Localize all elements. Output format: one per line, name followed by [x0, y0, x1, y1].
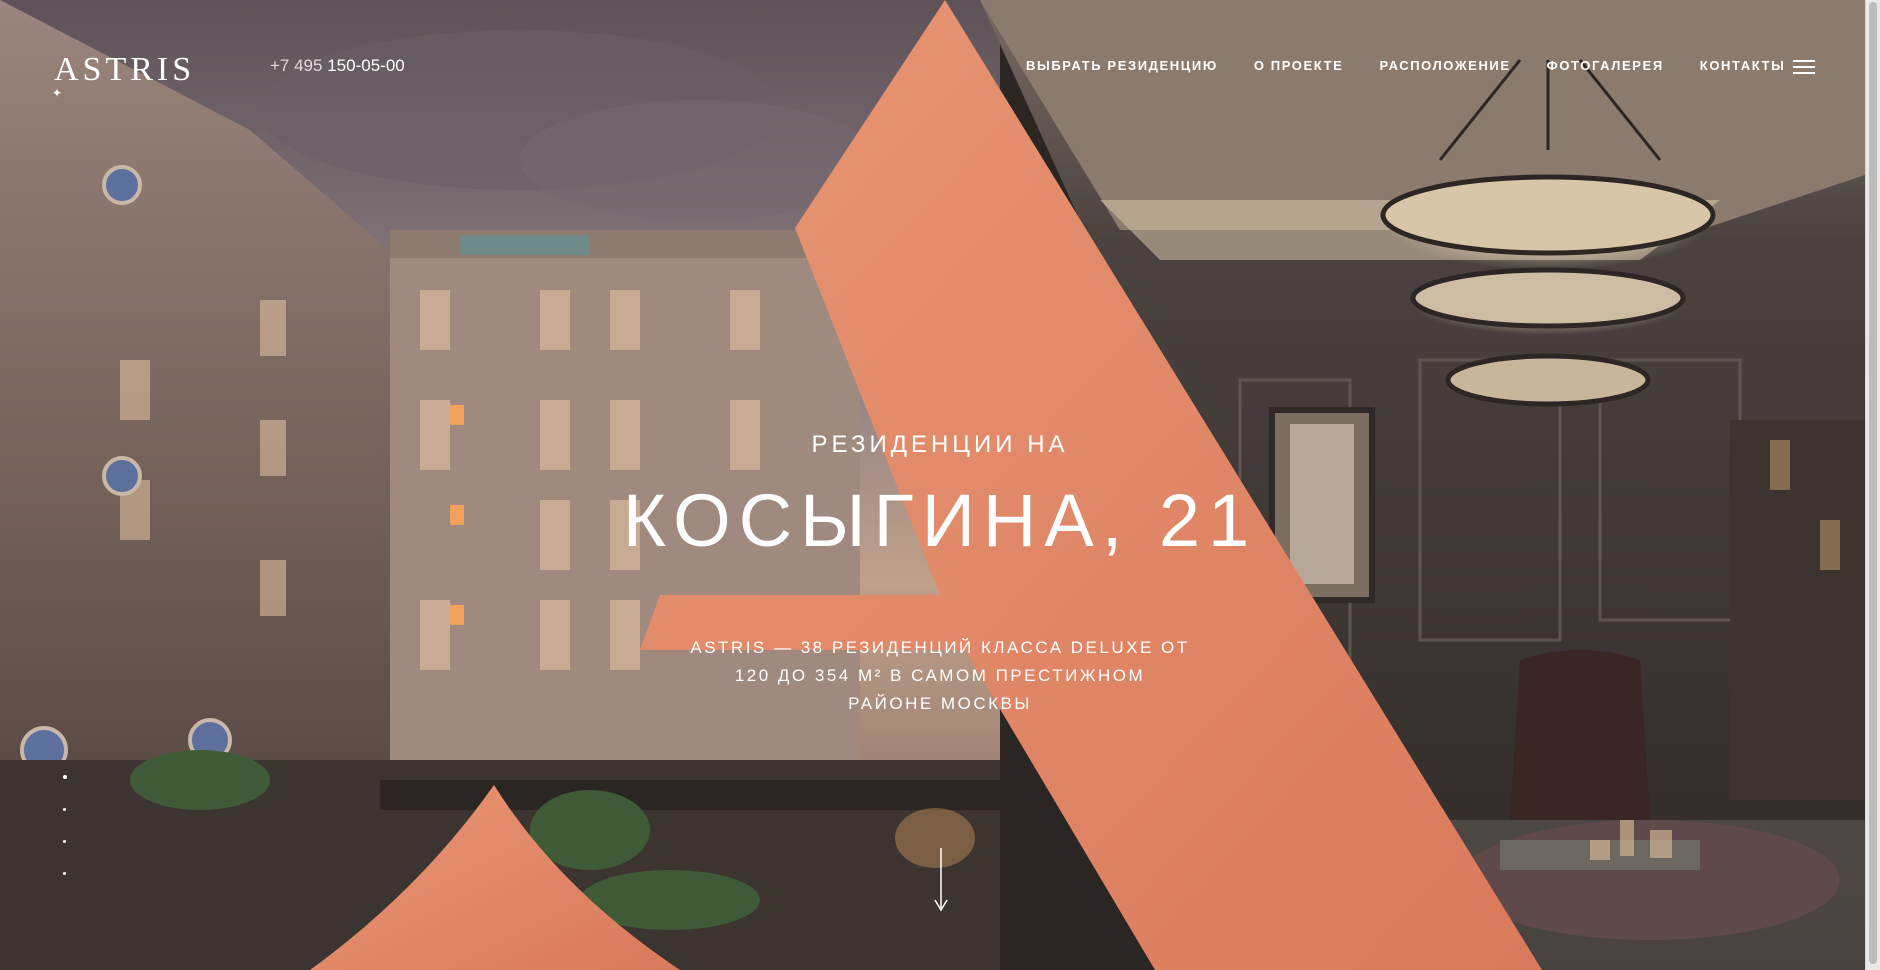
main-nav: ВЫБРАТЬ РЕЗИДЕНЦИЮ О ПРОЕКТЕ РАСПОЛОЖЕНИ…	[1026, 56, 1785, 76]
logo[interactable]: ✦ ASTRIS	[52, 50, 196, 100]
hero-subtitle: РЕЗИДЕНЦИИ НА	[811, 431, 1069, 458]
arrow-down-icon[interactable]	[932, 848, 950, 912]
nav-location[interactable]: РАСПОЛОЖЕНИЕ	[1379, 56, 1510, 76]
hero-title: КОСЫГИНА, 21	[622, 479, 1258, 562]
scrollbar[interactable]	[1865, 0, 1880, 970]
phone-number[interactable]: +7 495 150-05-00	[270, 54, 405, 78]
nav-choose-residence[interactable]: ВЫБРАТЬ РЕЗИДЕНЦИЮ	[1026, 56, 1218, 76]
phone-prefix: +7 495	[270, 56, 323, 75]
nav-contacts[interactable]: КОНТАКТЫ	[1700, 56, 1786, 76]
phone-main: 150-05-00	[327, 56, 405, 75]
hero-description: ASTRIS — 38 РЕЗИДЕНЦИЙ КЛАССА DELUXE ОТ …	[690, 638, 1190, 713]
slider-dots	[63, 775, 69, 904]
logo-text: ASTRIS	[54, 51, 196, 88]
slider-dot-3[interactable]	[63, 840, 66, 843]
scrollbar-thumb[interactable]	[1869, 2, 1877, 964]
slider-dot-1[interactable]	[63, 775, 67, 779]
hamburger-icon[interactable]	[1793, 60, 1815, 74]
slider-dot-4[interactable]	[63, 872, 66, 875]
nav-about[interactable]: О ПРОЕКТЕ	[1254, 56, 1344, 76]
slider-dot-2[interactable]	[63, 808, 66, 811]
nav-gallery[interactable]: ФОТОГАЛЕРЕЯ	[1547, 56, 1664, 76]
star-icon: ✦	[52, 86, 67, 100]
